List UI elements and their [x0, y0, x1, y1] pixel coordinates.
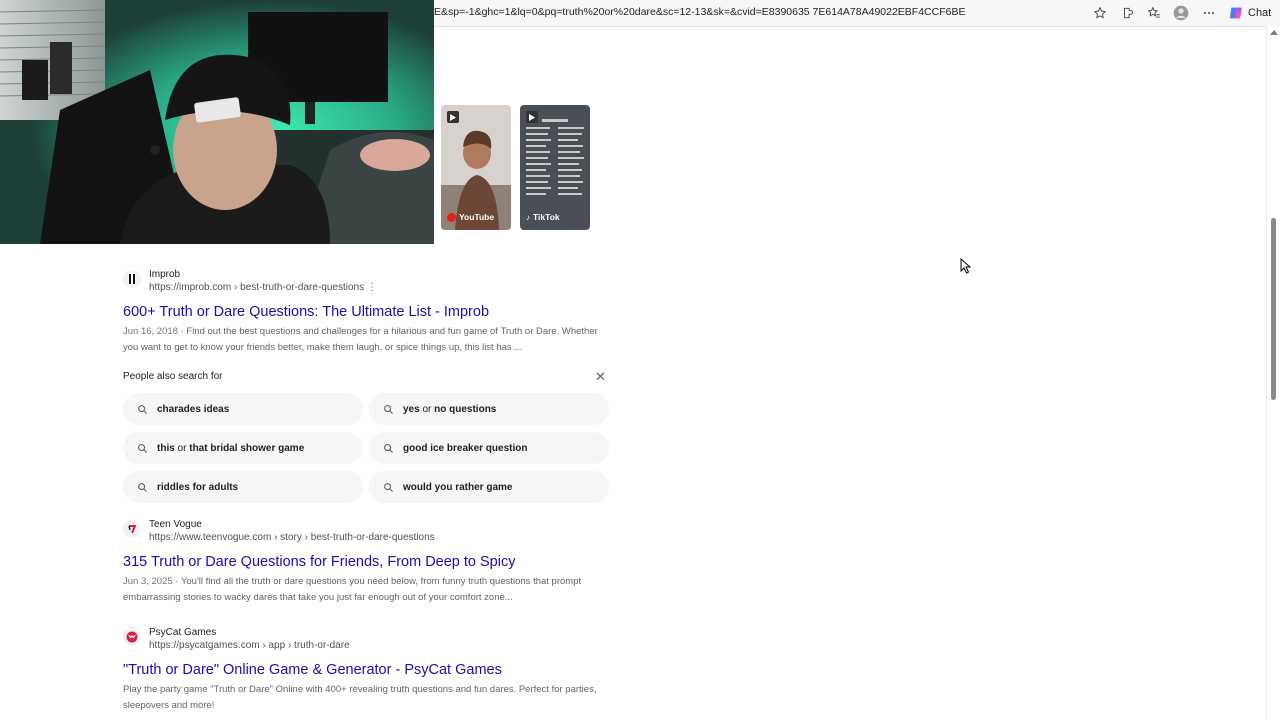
related-search-chip[interactable]: yes or no questions: [369, 393, 609, 425]
favorite-star-icon[interactable]: [1092, 5, 1108, 21]
play-icon: [447, 111, 459, 123]
profile-icon[interactable]: [1173, 5, 1189, 21]
youtube-icon: [447, 212, 456, 222]
result-date: Jun 16, 2018: [123, 326, 178, 337]
result-date: Jun 3, 2025: [123, 576, 173, 587]
result-source: Improb https://improb.com › best-truth-o…: [123, 268, 623, 294]
people-also-search-heading: People also search for: [123, 371, 223, 382]
improb-favicon-icon: [123, 270, 141, 288]
copilot-chat-button[interactable]: Chat: [1228, 3, 1278, 23]
page-scrollbar[interactable]: [1266, 26, 1280, 720]
favorites-icon[interactable]: [1146, 5, 1162, 21]
video-source: YouTube: [447, 212, 494, 222]
related-search-chip[interactable]: charades ideas: [123, 393, 363, 425]
search-result: Teen Vogue https://www.teenvogue.com › s…: [123, 518, 623, 606]
result-snippet: Jun 16, 2018 · Find out the best questio…: [123, 326, 598, 353]
more-icon[interactable]: [1201, 5, 1217, 21]
result-title-link[interactable]: 315 Truth or Dare Questions for Friends,…: [123, 553, 623, 571]
address-bar-url[interactable]: E&sp=-1&ghc=1&lq=0&pq=truth%20or%20dare&…: [434, 6, 966, 18]
tiktok-icon: ♪: [526, 212, 530, 222]
search-result: Improb https://improb.com › best-truth-o…: [123, 268, 623, 356]
result-title-link[interactable]: 600+ Truth or Dare Questions: The Ultima…: [123, 303, 623, 321]
result-source: PsyCat Games https://psycatgames.com › a…: [123, 626, 623, 652]
site-name: Improb: [149, 269, 181, 280]
extensions-icon[interactable]: [1120, 5, 1136, 21]
webcam-overlay: [0, 0, 434, 244]
search-icon: [383, 482, 394, 493]
more-options-icon[interactable]: ⋮: [367, 282, 377, 293]
video-thumbnail-tiktok[interactable]: ♪ TikTok: [520, 105, 590, 230]
search-icon: [383, 404, 394, 415]
teen-vogue-favicon-icon: [123, 520, 141, 538]
site-name: Teen Vogue: [149, 519, 202, 530]
result-title-link[interactable]: "Truth or Dare" Online Game & Generator …: [123, 661, 623, 679]
related-search-chip[interactable]: riddles for adults: [123, 471, 363, 503]
related-search-chip[interactable]: good ice breaker question: [369, 432, 609, 464]
play-icon: [526, 111, 538, 123]
close-icon[interactable]: ✕: [595, 369, 606, 385]
site-url[interactable]: https://psycatgames.com › app › truth-or…: [149, 639, 350, 652]
result-source: Teen Vogue https://www.teenvogue.com › s…: [123, 518, 623, 544]
scroll-up-arrow-icon[interactable]: [1270, 30, 1278, 35]
site-name: PsyCat Games: [149, 627, 217, 638]
search-result: PsyCat Games https://psycatgames.com › a…: [123, 626, 623, 714]
search-icon: [383, 443, 394, 454]
psycat-favicon-icon: [123, 628, 141, 646]
result-snippet: Jun 3, 2025 · You'll find all the truth …: [123, 576, 582, 603]
site-url[interactable]: https://improb.com › best-truth-or-dare-…: [149, 281, 377, 294]
search-icon: [137, 482, 148, 493]
related-search-chip[interactable]: would you rather game: [369, 471, 609, 503]
chat-label: Chat: [1248, 7, 1272, 19]
mouse-cursor-icon: [960, 257, 972, 279]
related-search-chip[interactable]: this or that bridal shower game: [123, 432, 363, 464]
browser-toolbar: E&sp=-1&ghc=1&lq=0&pq=truth%20or%20dare&…: [434, 0, 1280, 27]
search-icon: [137, 404, 148, 415]
video-source: ♪ TikTok: [526, 212, 560, 222]
scroll-thumb[interactable]: [1271, 218, 1276, 400]
video-thumbnail-youtube[interactable]: YouTube: [441, 105, 511, 230]
copilot-icon: [1228, 5, 1244, 21]
search-icon: [137, 443, 148, 454]
site-url[interactable]: https://www.teenvogue.com › story › best…: [149, 531, 435, 544]
result-snippet: Play the party game "Truth or Dare" Onli…: [123, 684, 597, 711]
